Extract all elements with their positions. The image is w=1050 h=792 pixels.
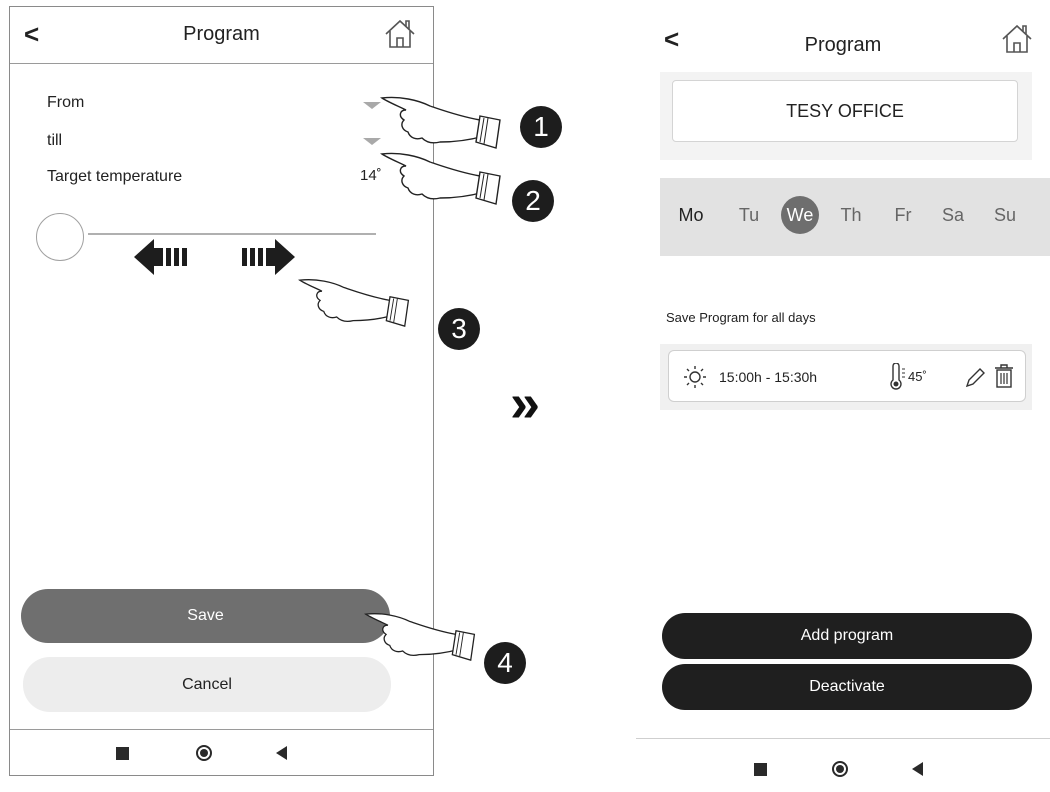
day-mo[interactable]: Mo xyxy=(672,196,710,234)
double-chevron-right-icon: » xyxy=(510,373,540,433)
deactivate-button[interactable]: Deactivate xyxy=(662,664,1032,710)
program-time-range: 15:00h - 15:30h xyxy=(719,369,818,385)
device-selector: TESY OFFICE xyxy=(660,72,1032,160)
device-name-card[interactable]: TESY OFFICE xyxy=(672,80,1018,142)
temperature-slider-track[interactable] xyxy=(88,233,376,235)
step-badge: 3 xyxy=(438,308,480,350)
program-temperature: 45˚ xyxy=(908,369,927,384)
android-nav-bar xyxy=(636,738,1050,792)
day-th[interactable]: Th xyxy=(832,196,870,234)
nav-back-icon[interactable] xyxy=(912,762,923,776)
home-icon[interactable] xyxy=(383,17,417,51)
trash-icon[interactable] xyxy=(993,363,1015,389)
save-all-days-label[interactable]: Save Program for all days xyxy=(666,310,816,325)
sun-icon xyxy=(684,366,706,388)
day-we[interactable]: We xyxy=(781,196,819,234)
pointing-hand-icon xyxy=(380,152,501,205)
from-label: From xyxy=(47,94,85,111)
home-circle-icon[interactable] xyxy=(832,761,848,777)
home-circle-icon[interactable] xyxy=(196,745,212,761)
slide-left-arrow-icon xyxy=(134,239,187,275)
app-header: < Program xyxy=(10,7,433,64)
program-entry[interactable]: 15:00h - 15:30h 45˚ xyxy=(668,350,1026,402)
from-dropdown-caret[interactable] xyxy=(363,102,381,109)
android-nav-bar xyxy=(10,729,433,776)
phone-screen-program-list: < Program TESY OFFICE Mo Tu We Th Fr Sa … xyxy=(636,6,1050,791)
recents-icon[interactable] xyxy=(754,763,767,776)
day-tu[interactable]: Tu xyxy=(730,196,768,234)
till-label: till xyxy=(47,132,63,149)
edit-pencil-icon[interactable] xyxy=(964,365,986,389)
page-title: Program xyxy=(804,34,882,56)
add-program-button[interactable]: Add program xyxy=(662,613,1032,659)
temperature-slider-handle[interactable] xyxy=(36,213,84,261)
weekday-selector: Mo Tu We Th Fr Sa Su xyxy=(660,178,1050,256)
save-button[interactable]: Save xyxy=(21,589,390,643)
day-sa[interactable]: Sa xyxy=(934,196,972,234)
day-su[interactable]: Su xyxy=(986,196,1024,234)
pointing-hand-icon xyxy=(298,279,410,327)
step-badge: 4 xyxy=(484,642,526,684)
program-list: 15:00h - 15:30h 45˚ xyxy=(660,344,1032,410)
till-dropdown-caret[interactable] xyxy=(363,138,381,145)
cancel-button[interactable]: Cancel xyxy=(23,657,391,712)
pointing-hand-icon xyxy=(364,613,476,661)
target-temperature-label: Target temperature xyxy=(47,168,183,185)
step-badge: 2 xyxy=(512,180,554,222)
recents-icon[interactable] xyxy=(116,747,129,760)
home-icon[interactable] xyxy=(1000,22,1034,56)
thermometer-icon xyxy=(890,363,905,390)
app-header: < Program xyxy=(636,6,1050,62)
page-title: Program xyxy=(183,23,260,45)
nav-back-icon[interactable] xyxy=(276,746,287,760)
day-fr[interactable]: Fr xyxy=(884,196,922,234)
target-temperature-value: 14˚ xyxy=(360,167,382,184)
step-badge: 1 xyxy=(520,106,562,148)
slide-right-arrow-icon xyxy=(242,239,295,275)
